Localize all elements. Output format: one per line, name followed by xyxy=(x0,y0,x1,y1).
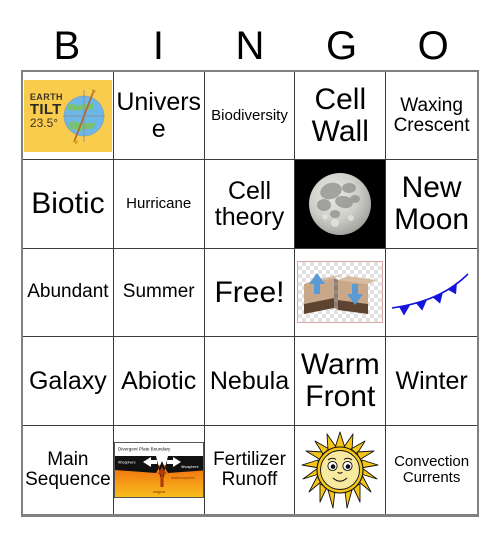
bingo-cell-label: Abundant xyxy=(27,281,109,303)
transform-fault-image-wrap xyxy=(297,261,384,324)
bingo-cell-abundant[interactable]: Abundant xyxy=(23,248,114,338)
bingo-cell-label: Universe xyxy=(116,88,202,143)
bingo-cell-label: Warm Front xyxy=(300,348,380,413)
bingo-cell-label: New Moon xyxy=(394,171,470,237)
bingo-cell-label: Galaxy xyxy=(28,366,107,395)
bingo-cell-full-moon-image[interactable] xyxy=(295,160,387,249)
bingo-header-row: B I N G O xyxy=(21,22,479,70)
bingo-cell-cell-wall[interactable]: Cell Wall xyxy=(295,72,387,161)
header-letter-g: G xyxy=(326,24,358,68)
cold-front-icon xyxy=(391,273,469,316)
divergent-title-label: Divergent Plate Boundary xyxy=(118,446,171,451)
bingo-cell-label: Winter xyxy=(395,366,468,395)
sun-image-wrap xyxy=(295,426,385,514)
divergent-right-label: lithosphere xyxy=(181,465,199,469)
bingo-cell-label: Biotic xyxy=(31,187,105,221)
bingo-cell-label: Cell theory xyxy=(214,176,285,232)
bingo-card: B I N G O EARTH TILT 23.5° Universe Biod… xyxy=(21,22,479,517)
bingo-cell-label: Hurricane xyxy=(126,195,192,213)
bingo-cell-cell-theory[interactable]: Cell theory xyxy=(204,160,296,249)
bingo-cell-label: Convection Currents xyxy=(394,452,470,486)
bingo-cell-sun-image[interactable] xyxy=(295,425,387,514)
divergent-boundary-image-wrap: Divergent Plate Boundary lithosphere lit… xyxy=(113,441,204,498)
bingo-cell-label: Fertilizer Runoff xyxy=(213,448,286,490)
bingo-cell-label: Free! xyxy=(214,275,285,309)
bingo-cell-free-space[interactable]: Free! xyxy=(204,248,296,338)
header-letter-o: O xyxy=(417,24,449,68)
bingo-cell-label: Waxing Crescent xyxy=(393,94,470,136)
divergent-bottom-label: magma xyxy=(153,490,165,494)
header-letter-i: I xyxy=(152,24,164,68)
bingo-cell-waxing-crescent[interactable]: Waxing Crescent xyxy=(386,72,477,161)
bingo-cell-transform-fault-image[interactable] xyxy=(295,248,387,338)
header-letter-b: B xyxy=(53,24,81,68)
bingo-cell-earth-tilt-image[interactable]: EARTH TILT 23.5° xyxy=(23,72,114,161)
bingo-cell-biotic[interactable]: Biotic xyxy=(23,160,114,249)
cold-front-image-wrap xyxy=(386,249,477,336)
bingo-cell-new-moon[interactable]: New Moon xyxy=(386,160,477,249)
bingo-cell-hurricane[interactable]: Hurricane xyxy=(113,160,205,249)
bingo-cell-nebula[interactable]: Nebula xyxy=(204,337,296,426)
header-letter-n: N xyxy=(235,24,265,68)
bingo-grid: EARTH TILT 23.5° Universe Biodiversity C… xyxy=(21,70,479,517)
bingo-cell-cold-front-image[interactable] xyxy=(386,248,477,338)
bingo-cell-fertilizer-runoff[interactable]: Fertilizer Runoff xyxy=(204,425,296,514)
bingo-cell-label: Main Sequence xyxy=(25,448,111,490)
bingo-cell-winter[interactable]: Winter xyxy=(386,337,477,426)
bingo-cell-label: Cell Wall xyxy=(311,82,369,148)
full-moon-image-wrap xyxy=(295,160,386,248)
bingo-cell-label: Biodiversity xyxy=(211,106,288,124)
bingo-cell-galaxy[interactable]: Galaxy xyxy=(23,337,114,426)
bingo-cell-biodiversity[interactable]: Biodiversity xyxy=(204,72,296,161)
bingo-cell-universe[interactable]: Universe xyxy=(113,72,205,161)
transform-fault-icon xyxy=(304,273,377,315)
bingo-cell-divergent-boundary-image[interactable]: Divergent Plate Boundary lithosphere lit… xyxy=(113,425,205,514)
bingo-cell-summer[interactable]: Summer xyxy=(113,248,205,338)
full-moon-icon xyxy=(309,173,372,236)
divergent-left-label: lithosphere xyxy=(118,460,136,464)
earth-tilt-image-wrap: EARTH TILT 23.5° xyxy=(23,72,113,159)
earth-tilt-icon: EARTH TILT 23.5° xyxy=(23,79,112,152)
bingo-cell-label: Nebula xyxy=(209,366,290,395)
bingo-cell-main-sequence[interactable]: Main Sequence xyxy=(23,425,114,514)
bingo-cell-convection-currents[interactable]: Convection Currents xyxy=(386,425,477,514)
bingo-cell-label: Summer xyxy=(122,281,195,303)
bingo-cell-abiotic[interactable]: Abiotic xyxy=(113,337,205,426)
bingo-cell-warm-front[interactable]: Warm Front xyxy=(295,337,387,426)
cartoon-sun-icon xyxy=(301,431,379,509)
bingo-cell-label: Abiotic xyxy=(121,366,197,395)
divergent-mid-label: asthenosphere xyxy=(171,476,195,480)
divergent-plate-boundary-icon: Divergent Plate Boundary lithosphere lit… xyxy=(114,442,203,497)
